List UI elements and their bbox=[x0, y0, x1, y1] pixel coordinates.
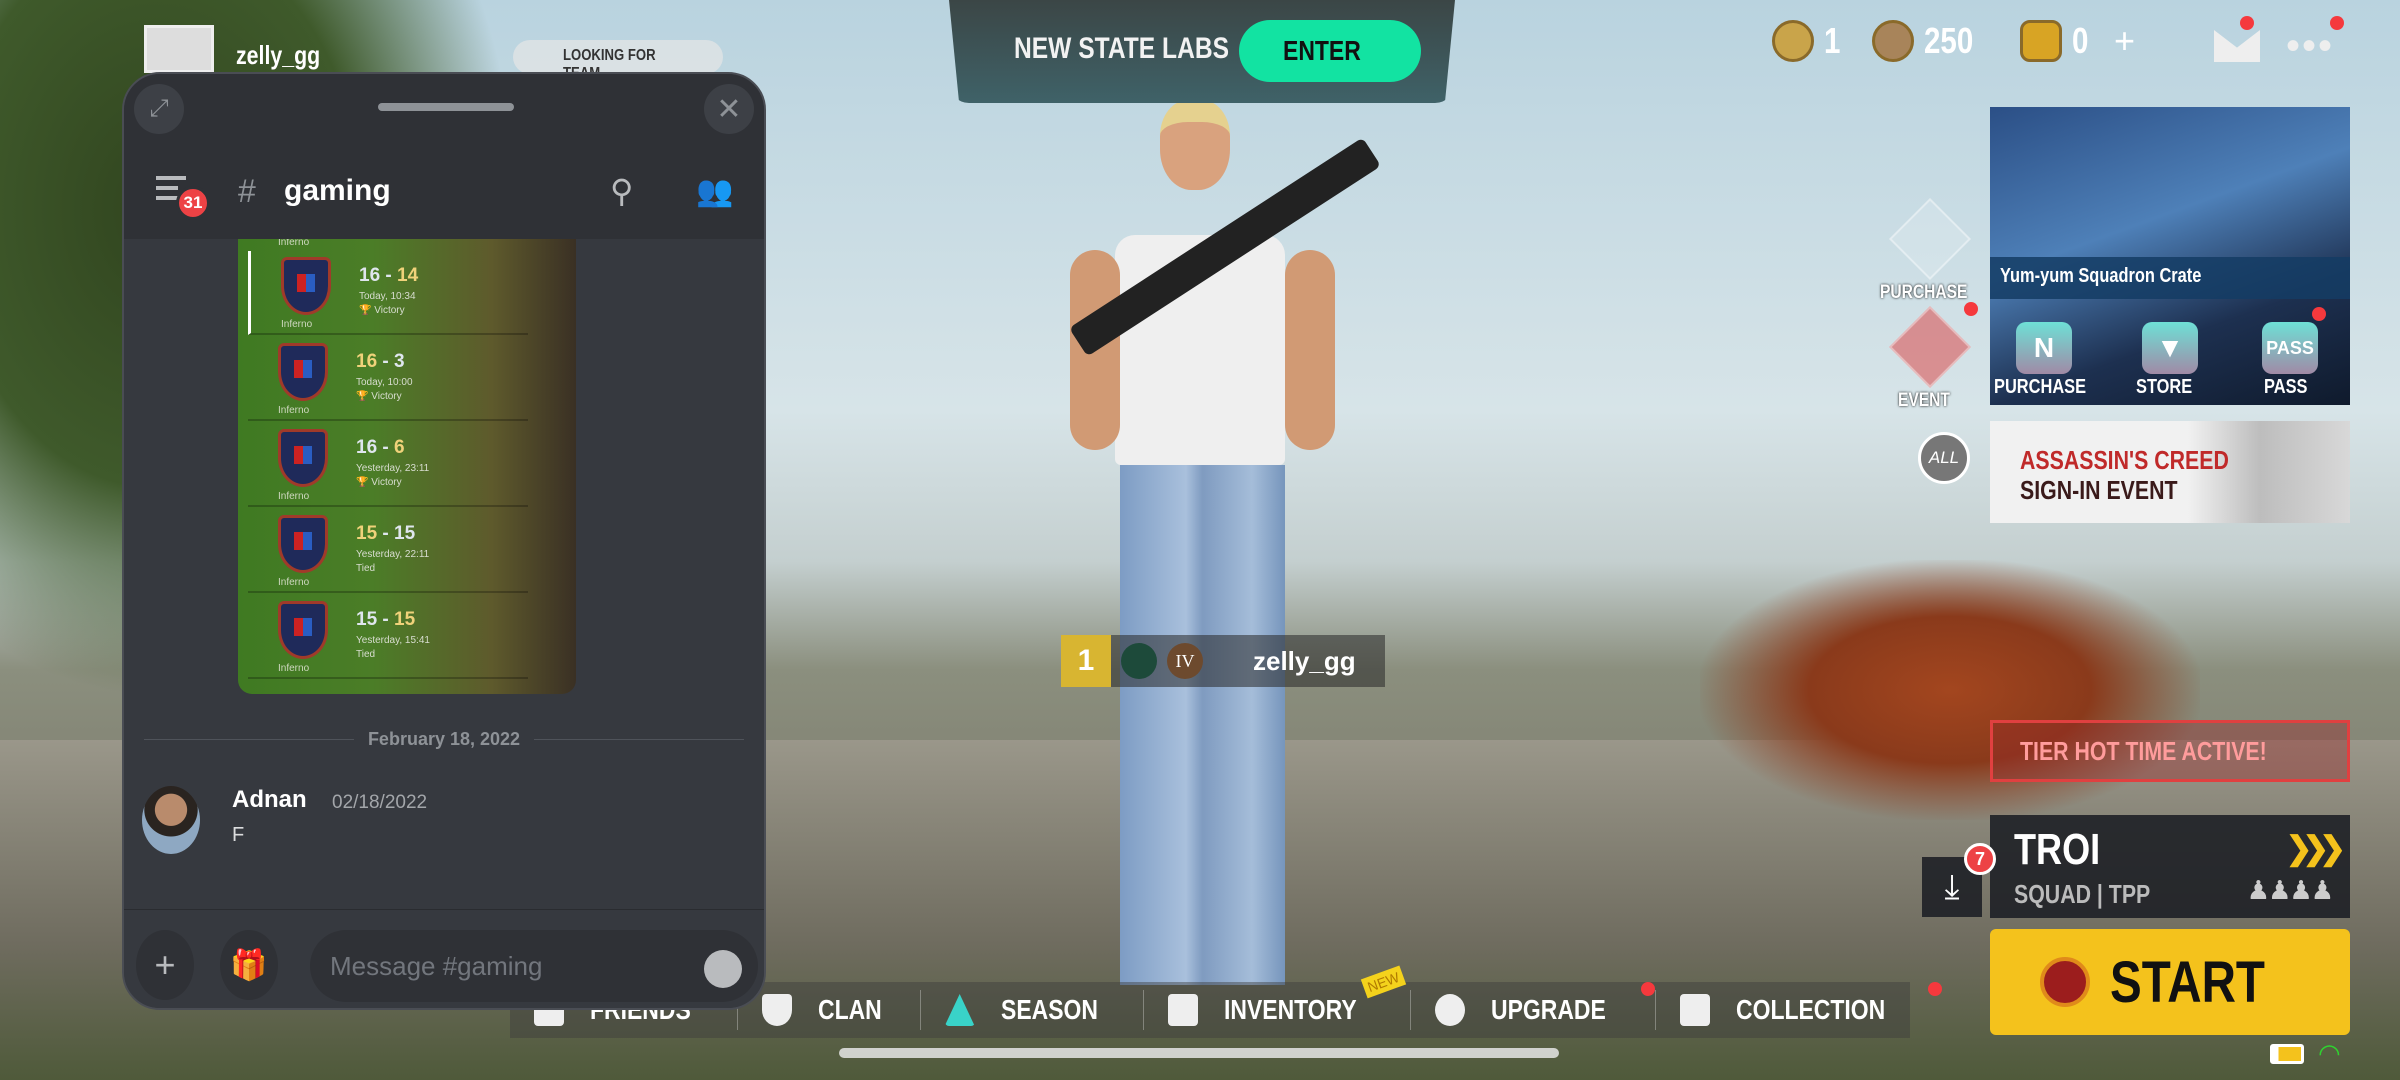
collection-icon bbox=[1679, 994, 1710, 1026]
purchase-side-button[interactable]: PURCHASE bbox=[1880, 197, 1980, 304]
nav-inventory[interactable]: INVENTORY NEW bbox=[1144, 965, 1411, 1030]
notification-dot bbox=[1927, 982, 1942, 996]
all-chat-button[interactable]: ALL bbox=[1918, 432, 1970, 484]
message-text: F bbox=[232, 824, 245, 846]
channel-name: gaming bbox=[284, 174, 391, 207]
crate-banner[interactable]: Yum-yum Squadron Crate N PURCHASE ▼ STORE … bbox=[1990, 107, 2350, 405]
player-tag-name: zelly_gg bbox=[1253, 645, 1356, 676]
notification-dot bbox=[1640, 982, 1655, 996]
close-icon[interactable]: ✕ bbox=[704, 84, 754, 134]
crate-title: Yum-yum Squadron Crate bbox=[1990, 257, 2350, 299]
message-timestamp: 02/18/2022 bbox=[332, 792, 428, 813]
player-level: 1 bbox=[1061, 635, 1111, 687]
match-row: Inferno 16 - 14 Today, 10:34 🏆 Victory bbox=[248, 251, 528, 335]
nav-upgrade[interactable]: UPGRADE bbox=[1411, 982, 1656, 1030]
player-tag: 1 IV zelly_gg bbox=[1061, 635, 1385, 687]
tier-hot-time-banner: TIER HOT TIME ACTIVE! bbox=[1990, 720, 2350, 782]
rank-icon bbox=[1434, 994, 1465, 1026]
nav-clan[interactable]: CLAN bbox=[738, 990, 921, 1030]
mode-selector[interactable]: TROI SQUAD | TPP ❯❯❯ ♟♟♟♟ bbox=[1990, 815, 2350, 918]
crate-pass-button[interactable]: PASS PASS bbox=[2240, 322, 2340, 399]
currency-medal[interactable]: 1 bbox=[1772, 20, 1844, 62]
nav-collection[interactable]: COLLECTION bbox=[1656, 982, 1942, 1030]
player-name: zelly_gg bbox=[236, 40, 321, 70]
notification-dot bbox=[1964, 302, 1978, 316]
crate-purchase-button[interactable]: N PURCHASE bbox=[1994, 322, 2094, 399]
wifi-icon: ◠ bbox=[2318, 1038, 2341, 1068]
mode-type: SQUAD | TPP bbox=[2014, 879, 2151, 909]
inferno-crest-icon bbox=[278, 429, 328, 487]
message-input[interactable] bbox=[310, 930, 758, 1002]
chevrons-icon: ❯❯❯ bbox=[2285, 830, 2347, 866]
character-head bbox=[1160, 100, 1230, 190]
add-attachment-button[interactable]: + bbox=[136, 930, 194, 1000]
match-row: Inferno 15 - 15 Yesterday, 22:11 Tied bbox=[248, 509, 528, 593]
home-indicator[interactable] bbox=[839, 1048, 1559, 1058]
inferno-crest-icon bbox=[278, 343, 328, 401]
pass-icon: PASS bbox=[2262, 322, 2318, 374]
composer: + 🎁 bbox=[124, 909, 764, 1008]
inferno-crest-icon bbox=[281, 257, 331, 315]
shield-icon bbox=[761, 994, 792, 1026]
store-chest-icon: ▼ bbox=[2142, 322, 2198, 374]
event-side-button[interactable]: EVENT bbox=[1880, 305, 1980, 412]
looking-for-team-button[interactable]: LOOKING FOR TEAM bbox=[513, 40, 723, 82]
gift-icon bbox=[1888, 305, 1972, 389]
add-currency-button[interactable]: + bbox=[2114, 20, 2135, 62]
nav-season[interactable]: SEASON bbox=[921, 990, 1144, 1030]
match-row: Inferno 15 - 15 Yesterday, 15:41 Tied bbox=[248, 595, 528, 679]
date-divider: February 18, 2022 bbox=[124, 729, 764, 750]
season-icon bbox=[944, 994, 975, 1026]
hash-icon: # bbox=[238, 172, 256, 209]
bp-coin-icon bbox=[1872, 20, 1914, 62]
hot-time-clock-icon bbox=[2040, 957, 2091, 1007]
character-legs bbox=[1120, 465, 1285, 985]
banner-title: ASSASSIN'S CREED SIGN-IN EVENT bbox=[2020, 445, 2229, 505]
image-attachment[interactable]: Inferno Inferno 16 - 14 Today, 10:34 🏆 Vict… bbox=[238, 239, 576, 694]
notification-dot bbox=[2312, 307, 2326, 321]
box-icon bbox=[1167, 994, 1198, 1026]
match-row: Inferno 16 - 6 Yesterday, 23:11 🏆 Victory bbox=[248, 423, 528, 507]
enter-labs-button[interactable]: ENTER bbox=[1239, 20, 1421, 82]
start-button[interactable]: START bbox=[1990, 929, 2350, 1035]
inferno-crest-icon bbox=[278, 515, 328, 573]
new-state-labs-panel: NEW STATE LABS ENTER bbox=[949, 0, 1455, 103]
tier-badge: IV bbox=[1167, 643, 1203, 679]
avatar[interactable] bbox=[142, 786, 200, 854]
currency-bp[interactable]: 250 bbox=[1872, 20, 1984, 62]
character-arm bbox=[1285, 250, 1335, 450]
map-name: TROI bbox=[2014, 825, 2101, 874]
gun-icon bbox=[1888, 197, 1972, 281]
download-badge: 7 bbox=[1964, 843, 1996, 875]
members-icon[interactable]: 👥 bbox=[696, 174, 733, 209]
discord-overlay: ⤢ ✕ 31 # gaming ⚲ 👥 Inferno Inferno 16 - … bbox=[122, 72, 766, 1010]
rank-icon bbox=[1121, 643, 1157, 679]
more-menu-icon[interactable]: ••• bbox=[2286, 26, 2334, 66]
notification-dot bbox=[2330, 16, 2344, 30]
labs-title: NEW STATE LABS bbox=[1014, 32, 1230, 65]
emoji-icon[interactable] bbox=[704, 950, 742, 988]
drag-handle[interactable] bbox=[378, 103, 514, 111]
gift-icon[interactable]: 🎁 bbox=[220, 930, 278, 1000]
player-character[interactable] bbox=[1020, 100, 1382, 1000]
squad-icon: ♟♟♟♟ bbox=[2246, 875, 2334, 905]
battery-icon bbox=[2270, 1044, 2304, 1064]
inferno-crest-icon bbox=[278, 601, 328, 659]
n-coin-icon bbox=[2020, 20, 2062, 62]
player-avatar[interactable] bbox=[144, 25, 214, 73]
expand-icon[interactable]: ⤢ bbox=[134, 84, 184, 134]
assassins-creed-banner[interactable]: ASSASSIN'S CREED SIGN-IN EVENT bbox=[1990, 421, 2350, 523]
match-row: Inferno 16 - 3 Today, 10:00 🏆 Victory bbox=[248, 337, 528, 421]
search-icon[interactable]: ⚲ bbox=[610, 172, 633, 210]
crate-store-button[interactable]: ▼ STORE bbox=[2120, 322, 2220, 399]
currency-n-coin[interactable]: 0 + bbox=[2020, 20, 2135, 62]
n-coin-icon: N bbox=[2016, 322, 2072, 374]
medal-icon bbox=[1772, 20, 1814, 62]
unread-badge: 31 bbox=[176, 186, 210, 220]
message-author[interactable]: Adnan bbox=[232, 786, 307, 814]
match-map: Inferno bbox=[278, 239, 310, 248]
notification-dot bbox=[2240, 16, 2254, 30]
